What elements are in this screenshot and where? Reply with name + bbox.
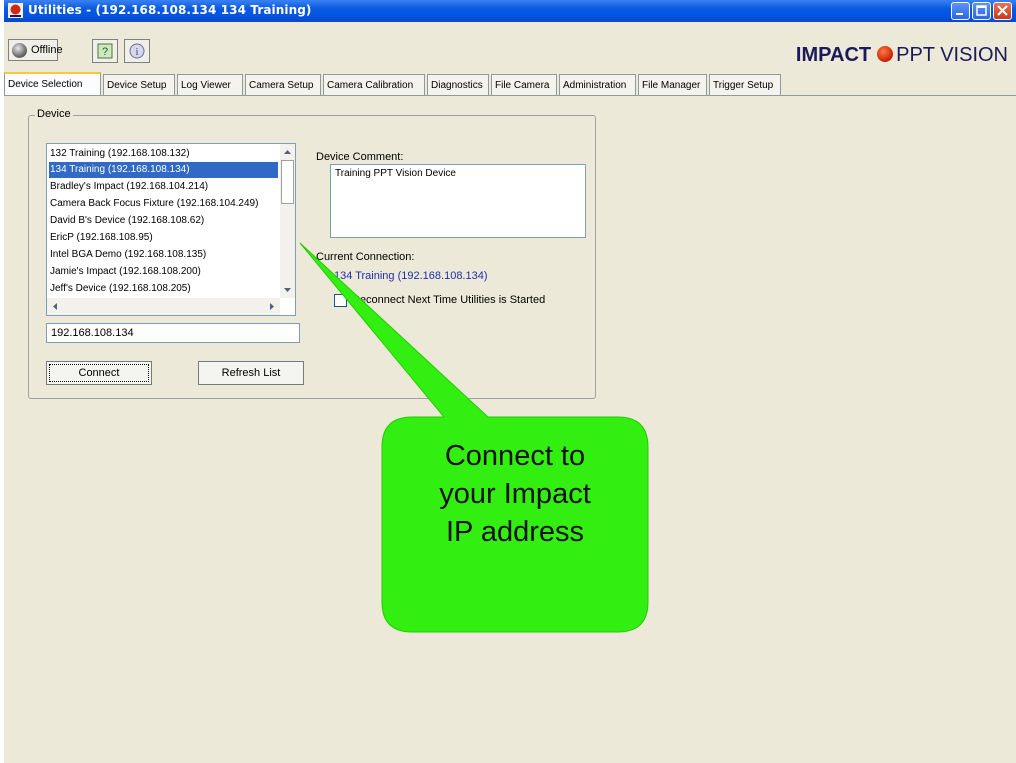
ip-address-input[interactable]: 192.168.108.134 [46,323,300,343]
scroll-up-icon [284,150,291,154]
tab-camera-calibration[interactable]: Camera Calibration [323,74,425,95]
scroll-right-button[interactable] [264,298,280,315]
window-title: Utilities - (192.168.108.134 134 Trainin… [28,3,312,17]
scroll-up-button[interactable] [280,144,295,160]
svg-text:i: i [136,47,139,58]
list-item[interactable]: 132 Training (192.168.108.132) [49,146,190,162]
callout-line-1: Connect to [444,440,586,472]
toolbar: Offline ? i IMPACT PPT VISION [4,22,1016,72]
info-icon: i [129,43,145,59]
list-item[interactable]: Intel BGA Demo (192.168.108.135) [49,247,206,263]
close-icon [997,5,1008,16]
minimize-button[interactable] [951,2,970,20]
tab-file-camera[interactable]: File Camera [491,74,557,95]
tab-device-selection[interactable]: Device Selection [4,72,101,95]
scroll-left-button[interactable] [47,298,63,315]
callout-text: Connect to your Impact IP address [382,437,648,551]
device-list[interactable]: 132 Training (192.168.108.132) 134 Train… [46,143,296,316]
current-connection-value: 134 Training (192.168.108.134) [334,270,488,282]
maximize-icon [976,5,987,16]
minimize-icon [956,13,963,15]
list-item[interactable]: Camera Back Focus Fixture (192.168.104.2… [49,196,258,212]
brand-impact: IMPACT [795,44,872,66]
connect-button[interactable]: Connect [46,361,152,385]
vertical-scrollbar[interactable] [280,144,295,298]
brand-globe-icon [877,46,894,62]
reconnect-label: Reconnect Next Time Utilities is Started [352,294,546,306]
help-button[interactable]: ? [92,39,118,63]
title-bar[interactable]: Utilities - (192.168.108.134 134 Trainin… [4,0,1016,22]
scroll-down-icon [284,288,291,292]
svg-text:?: ? [102,46,108,58]
horizontal-scrollbar[interactable] [47,298,280,315]
scroll-down-button[interactable] [280,282,295,298]
scroll-thumb[interactable] [281,160,294,204]
device-comment-label: Device Comment: [316,151,404,163]
brand-ppt-vision: PPT VISION [896,44,1008,66]
app-globe-icon [8,3,23,18]
offline-button[interactable]: Offline [8,39,63,61]
tab-divider [4,95,1016,96]
maximize-button[interactable] [972,2,991,20]
info-button[interactable]: i [124,39,150,63]
callout-line-2: your Impact [439,478,591,510]
offline-label: Offline [31,44,63,56]
list-item[interactable]: Jamie's Impact (192.168.108.200) [49,264,201,280]
list-item[interactable]: Bradley's Impact (192.168.104.214) [49,179,208,195]
help-icon: ? [97,43,113,59]
list-item[interactable]: David B's Device (192.168.108.62) [49,213,204,229]
tab-file-manager[interactable]: File Manager [638,74,707,95]
tab-trigger-setup[interactable]: Trigger Setup [709,74,781,95]
status-led-icon [12,43,27,58]
device-group-label: Device [35,108,73,120]
scroll-left-icon [53,303,57,310]
tab-diagnostics[interactable]: Diagnostics [427,74,489,95]
brand-logo: IMPACT PPT VISION [796,44,1008,67]
callout-line-3: IP address [445,516,585,548]
utilities-window: Utilities - (192.168.108.134 134 Trainin… [4,0,1016,763]
refresh-list-button[interactable]: Refresh List [198,361,304,385]
tab-administration[interactable]: Administration [559,74,636,95]
tab-camera-setup[interactable]: Camera Setup [245,74,321,95]
reconnect-checkbox[interactable] [334,294,347,307]
list-item-selected[interactable]: 134 Training (192.168.108.134) [49,162,278,178]
tab-device-setup[interactable]: Device Setup [103,74,175,95]
list-item[interactable]: Jeff's Device (192.168.108.205) [49,281,191,297]
close-button[interactable] [993,2,1012,20]
device-comment-field[interactable]: Training PPT Vision Device [330,164,586,238]
list-item[interactable]: EricP (192.168.108.95) [49,230,153,246]
scroll-right-icon [270,303,274,310]
tab-log-viewer[interactable]: Log Viewer [177,74,243,95]
current-connection-label: Current Connection: [316,251,415,263]
